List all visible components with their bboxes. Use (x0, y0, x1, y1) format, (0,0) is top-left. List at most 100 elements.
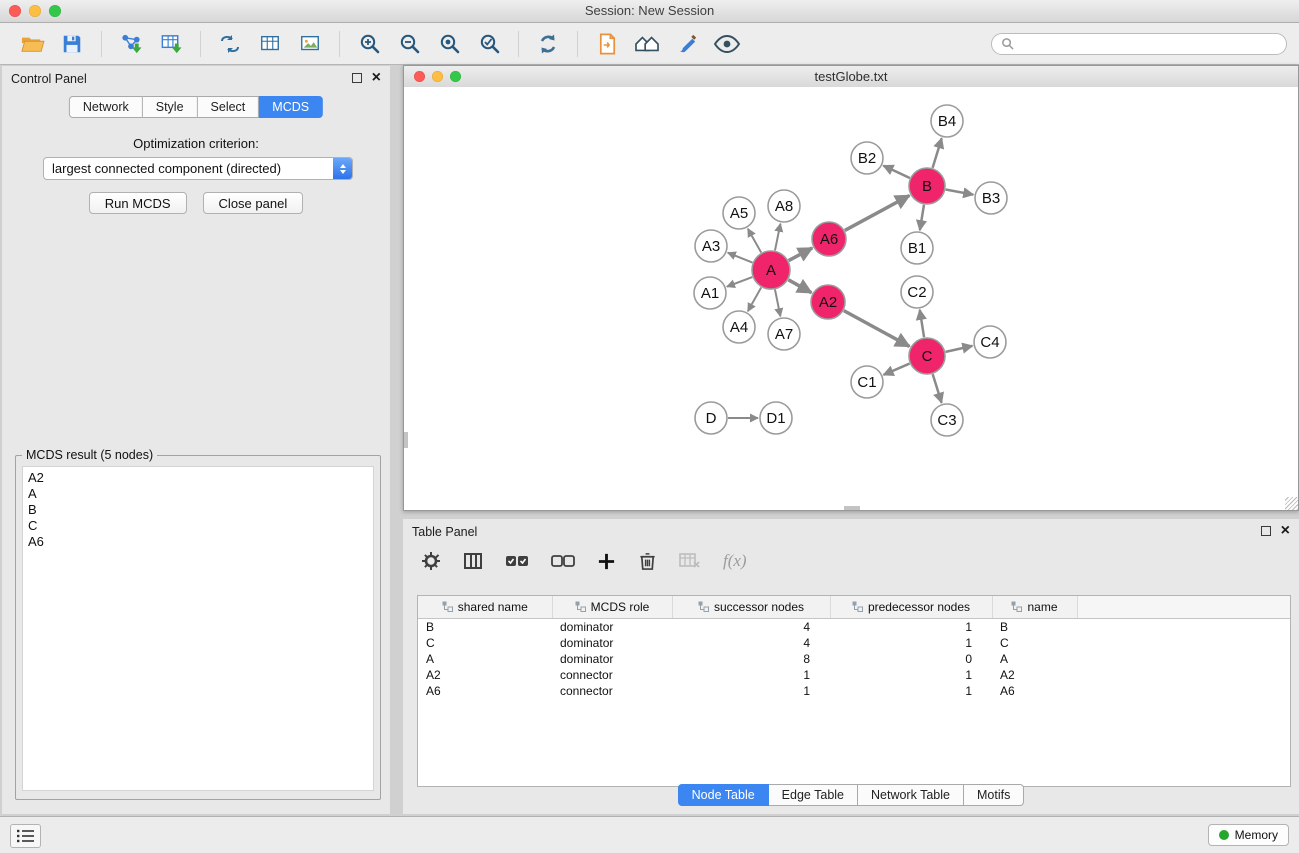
tab-edge-table[interactable]: Edge Table (769, 784, 858, 806)
resize-grip[interactable] (1285, 497, 1298, 510)
deselect-all-button[interactable] (551, 553, 575, 569)
graph-edge[interactable] (748, 229, 761, 253)
float-table-panel-icon[interactable] (1261, 526, 1271, 536)
graph-edge[interactable] (775, 290, 780, 317)
run-mcds-button[interactable]: Run MCDS (89, 192, 187, 214)
graph-node-a6[interactable]: A6 (812, 222, 846, 256)
clone-network-button[interactable] (210, 27, 250, 61)
add-column-button[interactable] (597, 552, 616, 571)
graph-node-b[interactable]: B (909, 168, 945, 204)
close-table-panel-icon[interactable]: × (1281, 525, 1290, 536)
graph-edge[interactable] (933, 374, 942, 403)
column-header[interactable]: name (992, 596, 1077, 619)
graph-node-d1[interactable]: D1 (760, 402, 792, 434)
graph-node-d[interactable]: D (695, 402, 727, 434)
export-image-button[interactable] (290, 27, 330, 61)
graph-node-a5[interactable]: A5 (723, 197, 755, 229)
tab-motifs[interactable]: Motifs (964, 784, 1024, 806)
graph-edge[interactable] (775, 224, 780, 251)
network-table-button[interactable] (250, 27, 290, 61)
graph-node-a3[interactable]: A3 (695, 230, 727, 262)
graph-edge[interactable] (884, 364, 910, 375)
graph-edge[interactable] (920, 310, 924, 337)
graph-edge[interactable] (883, 166, 909, 178)
tab-mcds[interactable]: MCDS (259, 96, 323, 118)
vertical-scroll-handle[interactable] (404, 432, 408, 448)
mcds-result-item[interactable]: A2 (28, 470, 368, 486)
horizontal-scroll-handle[interactable] (844, 506, 860, 510)
table-row[interactable]: A2connector11A2 (418, 667, 1290, 683)
network-overview-button[interactable] (627, 27, 667, 61)
save-session-button[interactable] (52, 27, 92, 61)
refresh-view-button[interactable] (528, 27, 568, 61)
graph-edge[interactable] (727, 277, 752, 287)
search-input[interactable] (1020, 36, 1277, 52)
task-history-button[interactable] (10, 824, 41, 848)
criterion-dropdown[interactable]: largest connected component (directed) (43, 157, 353, 180)
export-document-button[interactable] (587, 27, 627, 61)
graph-node-c4[interactable]: C4 (974, 326, 1006, 358)
graph-edge[interactable] (920, 205, 924, 230)
column-header[interactable]: MCDS role (552, 596, 672, 619)
select-all-button[interactable] (505, 553, 529, 569)
graph-node-a4[interactable]: A4 (723, 311, 755, 343)
close-panel-icon[interactable]: × (372, 72, 381, 83)
graph-edge[interactable] (946, 190, 974, 195)
minimize-window-button[interactable] (29, 5, 41, 17)
maximize-window-button[interactable] (49, 5, 61, 17)
graph-node-b2[interactable]: B2 (851, 142, 883, 174)
graph-node-c3[interactable]: C3 (931, 404, 963, 436)
column-header[interactable]: successor nodes (672, 596, 830, 619)
network-maximize-button[interactable] (450, 71, 461, 82)
tab-select[interactable]: Select (198, 96, 260, 118)
import-table-button[interactable] (151, 27, 191, 61)
graph-node-b4[interactable]: B4 (931, 105, 963, 137)
graph-edge[interactable] (789, 248, 813, 261)
close-panel-button[interactable]: Close panel (203, 192, 304, 214)
network-canvas[interactable]: AA2A6BCA1A3A4A5A7A8B1B2B3B4C1C2C3C4DD1 (404, 87, 1298, 510)
table-row[interactable]: Bdominator41B (418, 619, 1290, 636)
zoom-in-button[interactable] (349, 27, 389, 61)
graph-edge[interactable] (844, 311, 910, 347)
zoom-fit-button[interactable] (429, 27, 469, 61)
mcds-result-item[interactable]: A (28, 486, 368, 502)
open-session-button[interactable] (12, 27, 52, 61)
graph-edge[interactable] (748, 287, 761, 311)
tab-network[interactable]: Network (69, 96, 143, 118)
graph-node-b3[interactable]: B3 (975, 182, 1007, 214)
graph-edge[interactable] (933, 138, 942, 168)
graph-node-c[interactable]: C (909, 338, 945, 374)
show-columns-button[interactable] (463, 551, 483, 571)
close-window-button[interactable] (9, 5, 21, 17)
mcds-result-list[interactable]: A2ABCA6 (22, 466, 374, 791)
graph-node-a[interactable]: A (752, 251, 790, 289)
graph-edge[interactable] (845, 196, 910, 231)
tab-network-table[interactable]: Network Table (858, 784, 964, 806)
delete-table-button[interactable] (679, 552, 701, 570)
graph-node-a8[interactable]: A8 (768, 190, 800, 222)
graph-node-a1[interactable]: A1 (694, 277, 726, 309)
graph-node-a2[interactable]: A2 (811, 285, 845, 319)
graph-node-c2[interactable]: C2 (901, 276, 933, 308)
network-close-button[interactable] (414, 71, 425, 82)
import-network-button[interactable] (111, 27, 151, 61)
memory-button[interactable]: Memory (1208, 824, 1289, 846)
table-settings-button[interactable] (421, 551, 441, 571)
column-header[interactable]: predecessor nodes (830, 596, 992, 619)
graph-node-b1[interactable]: B1 (901, 232, 933, 264)
graph-node-a7[interactable]: A7 (768, 318, 800, 350)
function-builder-button[interactable]: f(x) (723, 551, 747, 571)
style-brush-button[interactable] (667, 27, 707, 61)
network-minimize-button[interactable] (432, 71, 443, 82)
tab-node-table[interactable]: Node Table (678, 784, 769, 806)
delete-column-button[interactable] (638, 551, 657, 571)
show-hide-button[interactable] (707, 27, 747, 61)
search-box[interactable] (991, 33, 1287, 55)
tab-style[interactable]: Style (143, 96, 198, 118)
table-row[interactable]: Cdominator41C (418, 635, 1290, 651)
table-row[interactable]: Adominator80A (418, 651, 1290, 667)
graph-edge[interactable] (788, 280, 811, 293)
zoom-selected-button[interactable] (469, 27, 509, 61)
graph-edge[interactable] (946, 346, 973, 352)
table-row[interactable]: A6connector11A6 (418, 683, 1290, 699)
